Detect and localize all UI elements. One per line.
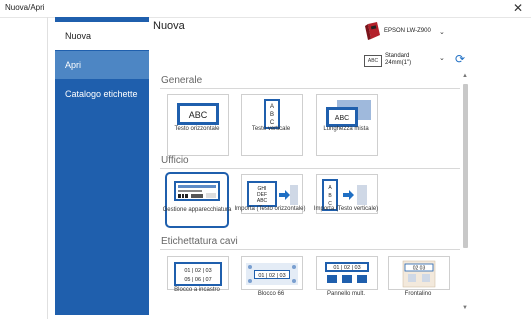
block-66-icon: 01 | 02 | 03 [246, 263, 298, 285]
tile-label: Importa (Testo orizzontale) [234, 206, 306, 212]
section-title-generale: Generale [161, 75, 203, 86]
page-title: Nuova [153, 20, 185, 32]
svg-text:05 | 06 | 07: 05 | 06 | 07 [184, 277, 211, 283]
section-title-ufficio: Ufficio [161, 155, 189, 166]
tile-icon-text: 01 | 02 | 03 [333, 265, 360, 271]
tile-label: Pannello mult. [326, 291, 366, 297]
template-tile-pannello-mult[interactable]: 01 | 02 | 03 [316, 256, 378, 290]
tile-icon-text: 02 03 [413, 266, 426, 272]
svg-text:A: A [270, 104, 274, 110]
tape-width: 24mm(1") [385, 60, 412, 66]
tile-label: Testo orizzontale [174, 126, 220, 132]
asset-management-label-icon [174, 181, 220, 201]
tape-description: Standard 24mm(1") [385, 53, 411, 67]
section-divider [160, 168, 460, 169]
template-tile-frontalino[interactable]: 02 03 [388, 256, 450, 290]
tile-icon-text: ABC [189, 110, 208, 120]
label-printer-icon [365, 22, 380, 40]
refresh-icon[interactable]: ⟳ [455, 52, 465, 66]
template-tile-gestione-apparecchiatura[interactable] [165, 172, 229, 228]
new-open-window: Nuova/Apri ✕ Nuova Apri Catalogo etichet… [0, 0, 531, 319]
punch-block-icon: 01 | 02 | 03 05 | 06 | 07 [174, 262, 222, 286]
svg-text:01 | 02 | 03: 01 | 02 | 03 [184, 268, 211, 274]
section-title-etichettatura-cavi: Etichettatura cavi [161, 236, 238, 247]
tape-type: Standard [385, 53, 410, 59]
patch-panel-icon: 01 | 02 | 03 [325, 262, 369, 283]
chevron-down-icon: ⌄ [439, 55, 445, 62]
mixed-length-label-icon: ABC [326, 100, 371, 127]
scrollbar-thumb[interactable] [463, 84, 468, 248]
vertical-text-label-icon: A B C [264, 99, 280, 129]
sidebar-item-apri[interactable]: Apri [55, 51, 149, 79]
tile-label: Testo verticale [251, 126, 291, 132]
tile-label: Frontalino [404, 291, 432, 297]
faceplate-icon: 02 03 [402, 260, 436, 288]
scroll-down-icon[interactable]: ▼ [462, 305, 468, 311]
tile-label: Blocco a incastro [174, 287, 220, 293]
template-tile-lunghezza-mista[interactable]: ABC [316, 94, 378, 156]
horizontal-text-label-icon: ABC [177, 103, 219, 125]
section-divider [160, 88, 460, 89]
tape-icon: ABC [364, 55, 382, 67]
template-tile-blocco-66[interactable]: 01 | 02 | 03 [241, 256, 303, 290]
tile-icon-text: ABC [335, 115, 349, 122]
tile-label: Blocco 66 [257, 291, 285, 297]
sidebar-item-catalogo-etichette[interactable]: Catalogo etichette [55, 80, 149, 108]
svg-text:ABC: ABC [257, 198, 268, 204]
tile-icon-text: 01 | 02 | 03 [258, 273, 285, 279]
chevron-down-icon: ⌄ [439, 29, 445, 36]
tile-label: Lunghezza mista [323, 126, 369, 132]
svg-text:B: B [270, 112, 274, 118]
scroll-up-icon[interactable]: ▲ [462, 73, 468, 79]
template-tile-testo-orizzontale[interactable]: ABC [167, 94, 229, 156]
template-tile-blocco-a-incastro[interactable]: 01 | 02 | 03 05 | 06 | 07 [167, 256, 229, 290]
window-title: Nuova/Apri [5, 3, 45, 12]
frame-divider [47, 17, 48, 319]
sidebar-item-nuova[interactable]: Nuova [55, 22, 149, 50]
template-tile-testo-verticale[interactable]: A B C [241, 94, 303, 156]
title-bar: Nuova/Apri ✕ [0, 0, 531, 18]
sidebar-item-label: Catalogo etichette [65, 89, 138, 99]
section-divider [160, 249, 460, 250]
tile-label: Gestione apparecchiatura [162, 207, 232, 213]
tile-label: Importa (Testo verticale) [313, 206, 379, 212]
sidebar-item-label: Apri [65, 60, 82, 70]
printer-name: EPSON LW-Z900 [384, 28, 431, 34]
sidebar-item-label: Nuova [65, 31, 92, 41]
close-icon[interactable]: ✕ [513, 1, 523, 15]
